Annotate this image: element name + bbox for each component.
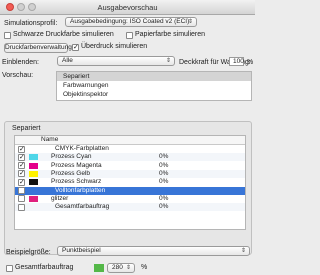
separation-percent: 0% <box>159 153 169 161</box>
color-swatch <box>29 195 38 202</box>
simulate-black-ink-checkbox[interactable] <box>4 32 11 39</box>
separation-percent: 0% <box>159 194 169 202</box>
sample-size-label: Beispielgröße: <box>6 249 51 256</box>
preview-label: Vorschau: <box>2 72 34 79</box>
table-row[interactable]: Prozess Schwarz 0% <box>15 178 245 186</box>
color-swatch <box>29 162 38 169</box>
select-arrows-icon: ⇕ <box>165 58 171 64</box>
preview-option-object-inspector[interactable]: Objektinspektor <box>57 90 251 99</box>
visibility-checkbox[interactable] <box>18 162 25 170</box>
window-title: Ausgabevorschau <box>97 3 158 12</box>
color-swatch <box>29 170 38 177</box>
title-bar: Ausgabevorschau <box>0 0 255 15</box>
show-select[interactable]: Alle ⇕ <box>57 56 175 66</box>
color-swatch <box>29 179 38 186</box>
separation-percent: 0% <box>159 178 169 186</box>
total-ink-limit-select[interactable]: 280 ⇕ <box>107 263 135 273</box>
table-row[interactable]: Prozess Cyan 0% <box>15 153 245 162</box>
simulate-paper-color-label: Papierfarbe simulieren <box>135 31 206 38</box>
visibility-checkbox[interactable] <box>18 178 25 186</box>
total-ink-color-swatch[interactable] <box>94 264 104 272</box>
simulate-black-ink-label: Schwarze Druckfarbe simulieren <box>13 31 114 38</box>
color-swatch <box>29 154 38 161</box>
separations-table: Name CMYK-FarbplattenProzess Cyan0%Proze… <box>14 135 246 230</box>
table-row[interactable]: CMYK-Farbplatten <box>15 145 245 153</box>
total-ink-label: Gesamtfarbauftrag <box>15 264 74 271</box>
preview-option-separated[interactable]: Separiert <box>57 72 251 81</box>
separation-name: Gesamtfarbauftrag <box>55 203 110 211</box>
simulation-profile-value: Ausgabebedingung: ISO Coated v2 (ECI) <box>70 18 190 25</box>
visibility-checkbox[interactable] <box>18 145 25 153</box>
table-header: Name <box>15 136 245 145</box>
total-ink-limit-value: 280 <box>112 264 123 271</box>
separation-percent: 0% <box>159 161 169 169</box>
preview-option-color-warnings[interactable]: Farbwarnungen <box>57 81 251 90</box>
simulate-paper-color-checkbox[interactable] <box>126 32 133 39</box>
sample-size-select[interactable]: Punktbeispiel ⇕ <box>57 246 250 256</box>
table-row[interactable]: Volltonfarbplatten <box>15 186 245 195</box>
simulation-profile-label: Simulationsprofil: <box>4 20 58 27</box>
simulation-profile-select[interactable]: Ausgabebedingung: ISO Coated v2 (ECI) ⇕ <box>65 17 197 27</box>
ink-manager-button[interactable]: Druckfarbenverwaltung <box>4 43 72 53</box>
table-row[interactable]: Gesamtfarbauftrag 0% <box>15 203 245 212</box>
separation-name: glitzer <box>51 194 69 202</box>
separation-percent: 0% <box>159 203 169 211</box>
simulate-overprint-checkbox[interactable] <box>72 44 79 51</box>
name-column-header[interactable]: Name <box>41 136 58 144</box>
separation-percent: 0% <box>159 169 169 177</box>
show-label: Einblenden: <box>2 59 39 66</box>
separations-section-label: Separiert <box>12 125 41 132</box>
separation-name: Prozess Cyan <box>51 153 92 161</box>
separation-name: Prozess Schwarz <box>51 178 102 186</box>
select-arrows-icon: ⇕ <box>187 19 193 25</box>
table-row[interactable]: Prozess Gelb 0% <box>15 169 245 178</box>
table-row[interactable]: glitzer 0% <box>15 195 245 203</box>
visibility-checkbox[interactable] <box>18 203 25 211</box>
sample-size-value: Punktbeispiel <box>62 247 101 254</box>
visibility-checkbox[interactable] <box>18 153 25 161</box>
show-value: Alle <box>62 57 73 64</box>
select-arrows-icon: ⇕ <box>240 248 246 254</box>
separation-name: CMYK-Farbplatten <box>55 145 109 152</box>
opacity-warning-unit: % <box>247 59 254 66</box>
visibility-checkbox[interactable] <box>18 170 25 178</box>
separation-name: Prozess Gelb <box>51 169 91 177</box>
visibility-checkbox[interactable] <box>18 187 25 194</box>
simulate-overprint-label: Überdruck simulieren <box>81 43 148 50</box>
select-arrows-icon: ⇕ <box>125 265 131 271</box>
opacity-warning-input[interactable]: 100 <box>229 57 244 66</box>
table-row[interactable]: Prozess Magenta 0% <box>15 162 245 170</box>
separation-name: Prozess Magenta <box>51 161 102 169</box>
total-ink-checkbox[interactable] <box>6 265 13 272</box>
separation-name: Volltonfarbplatten <box>55 186 106 194</box>
visibility-checkbox[interactable] <box>18 195 25 203</box>
preview-list[interactable]: Separiert Farbwarnungen Objektinspektor <box>56 71 252 101</box>
total-ink-unit: % <box>141 264 148 271</box>
